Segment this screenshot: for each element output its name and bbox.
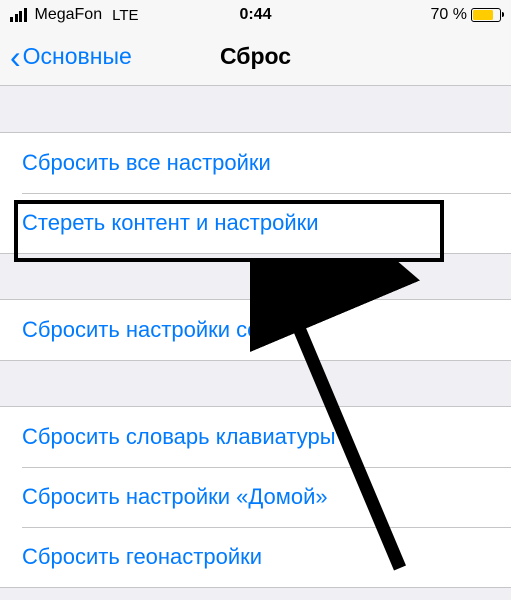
back-button[interactable]: ‹ Основные (10, 41, 132, 73)
back-label: Основные (23, 43, 132, 70)
network-label: LTE (112, 7, 138, 24)
cell-label: Сбросить геонастройки (22, 544, 262, 569)
carrier-label: MegaFon (35, 6, 103, 24)
battery-percent: 70 % (431, 6, 467, 24)
cell-reset-keyboard-dictionary[interactable]: Сбросить словарь клавиатуры (0, 406, 511, 468)
clock: 0:44 (239, 6, 271, 24)
status-bar: MegaFon LTE 0:44 70 % (0, 0, 511, 28)
status-right: 70 % (431, 6, 501, 24)
group-spacer (0, 360, 511, 406)
cell-label: Сбросить все настройки (22, 150, 271, 175)
signal-strength-icon (10, 8, 27, 22)
cell-label: Стереть контент и настройки (22, 210, 319, 235)
battery-icon (471, 8, 501, 22)
cell-reset-all-settings[interactable]: Сбросить все настройки (0, 132, 511, 194)
group-spacer (0, 253, 511, 299)
navigation-bar: ‹ Основные Сброс (0, 28, 511, 86)
cell-reset-location-privacy[interactable]: Сбросить геонастройки (0, 527, 511, 588)
cell-label: Сбросить настройки сети (22, 317, 281, 342)
cell-label: Сбросить словарь клавиатуры (22, 424, 336, 449)
chevron-left-icon: ‹ (10, 41, 21, 73)
page-title: Сброс (220, 43, 291, 70)
cell-erase-content-settings[interactable]: Стереть контент и настройки (0, 193, 511, 254)
cell-reset-home-layout[interactable]: Сбросить настройки «Домой» (0, 467, 511, 528)
cell-label: Сбросить настройки «Домой» (22, 484, 328, 509)
cell-reset-network-settings[interactable]: Сбросить настройки сети (0, 299, 511, 361)
status-left: MegaFon LTE (10, 6, 139, 24)
group-spacer (0, 86, 511, 132)
